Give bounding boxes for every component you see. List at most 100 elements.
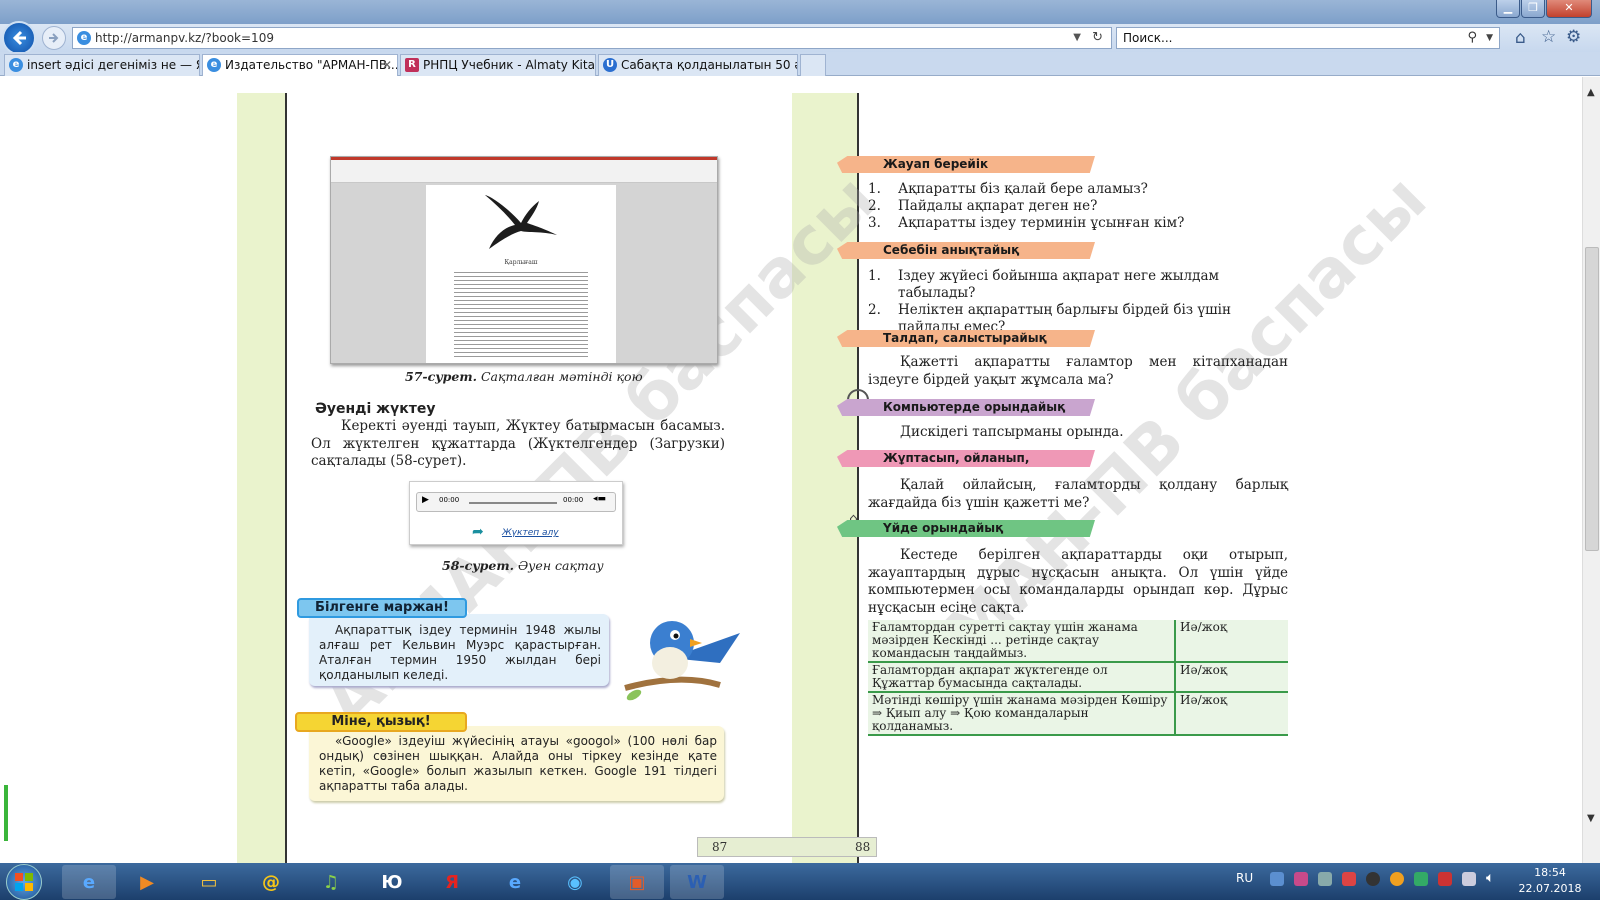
window-title-bar: ▁ ❐ ✕ (0, 0, 1600, 24)
taskbar-word-icon[interactable]: W (670, 865, 724, 899)
word-title-strip (331, 157, 717, 160)
question-text: Іздеу жүйесі бойынша ақпарат неге жылдам… (898, 268, 1219, 301)
tray-app2-icon[interactable] (1366, 872, 1380, 886)
taskbar-music-icon[interactable]: ♫ (304, 865, 358, 899)
taskbar-folder-icon[interactable]: ▭ (182, 865, 236, 899)
close-window-button[interactable]: ✕ (1546, 0, 1592, 18)
search-input[interactable]: Поиск... (1123, 31, 1172, 45)
tray-app-icon[interactable] (1294, 872, 1308, 886)
search-dropdown-icon[interactable]: ▼ (1486, 28, 1493, 48)
table-cell-statement: Мәтінді көшіру үшін жанама мәзірден Көші… (868, 692, 1176, 736)
tab-close-icon[interactable]: ✕ (382, 55, 392, 75)
download-arrow-icon: ➦ (472, 524, 484, 540)
minimize-button[interactable]: ▁ (1496, 0, 1520, 18)
settings-gear-icon[interactable]: ⚙ (1566, 27, 1581, 47)
section-home-header: Үйде орындайық (837, 520, 1095, 537)
time-end: 00:00 (563, 496, 584, 504)
windows-taskbar: e ▶ ▭ @ ♫ Ю Я e ◉ ▣ W RU 🔈︎ 18:54 22.07.… (0, 863, 1600, 900)
gutter-strip (792, 93, 859, 863)
tray-app3-icon[interactable] (1390, 872, 1404, 886)
forward-arrow-icon (49, 33, 59, 43)
list-item: 3. Ақпаратты іздеу терминін ұсынған кім? (868, 215, 1185, 231)
refresh-icon[interactable]: ↻ (1092, 28, 1103, 48)
scroll-up-icon[interactable]: ▲ (1587, 87, 1595, 98)
figure-57-caption: 57-сурет. Сақталған мәтінді қою (405, 369, 643, 384)
tab-50-methods[interactable]: U Сабақта қолданылатын 50 әді... (598, 54, 798, 76)
section-compare-header: Талдап, салыстырайық (837, 330, 1095, 347)
maximize-button[interactable]: ❐ (1521, 0, 1545, 18)
back-arrow-icon (12, 30, 26, 46)
home-icon[interactable]: ⌂ (1515, 28, 1526, 48)
volume-icon[interactable]: ◂▬ (593, 494, 606, 504)
tray-flag-icon[interactable] (1438, 872, 1452, 886)
taskbar-ie-icon-2[interactable]: e (488, 865, 542, 899)
tray-display-icon[interactable] (1462, 872, 1476, 886)
scroll-down-icon[interactable]: ▼ (1587, 813, 1595, 824)
figure-58-caption: 58-сурет. Әуен сақтау (442, 558, 604, 573)
document-text-lines (454, 269, 588, 357)
figure-58-text: Әуен сақтау (517, 558, 604, 573)
tray-shield-icon[interactable] (1270, 872, 1284, 886)
tab-almaty-kitap[interactable]: R РНПЦ Учебник - Almaty Kitap... (400, 54, 596, 76)
figure-57-screenshot: Қарлығаш (330, 156, 718, 364)
audio-player-figure: ▶ 00:00 00:00 ◂▬ ➦ Жүктеп алу (409, 481, 623, 545)
figure-58-number: 58-сурет. (442, 558, 514, 573)
table-row: Мәтінді көшіру үшін жанама мәзірден Көші… (868, 692, 1288, 736)
section-computer-text: Дискідегі тапсырманы орында. (900, 424, 1124, 440)
taskbar-ie-icon[interactable]: e (62, 865, 116, 899)
forward-button[interactable] (42, 26, 66, 50)
navigation-bar: e http://armanpv.kz/?book=109 ▼ ↻ Поиск.… (0, 21, 1600, 55)
table-cell-statement: Ғаламтордан суретті сақтау үшін жанама м… (868, 620, 1176, 663)
table-row: Ғаламтордан ақпарат жүктегенде ол Құжатт… (868, 662, 1288, 693)
table-row: Ғаламтордан суретті сақтау үшін жанама м… (868, 620, 1288, 663)
favorites-star-icon[interactable]: ☆ (1541, 27, 1556, 47)
tab-arman-pv[interactable]: e Издательство "АРМАН-ПВ... ✕ (202, 54, 398, 76)
tab-label: РНПЦ Учебник - Almaty Kitap... (423, 58, 596, 72)
address-bar[interactable]: e http://armanpv.kz/?book=109 ▼ ↻ (72, 27, 1112, 49)
taskbar-edge-icon[interactable]: ◉ (548, 865, 602, 899)
windows-logo-icon (15, 873, 33, 891)
section-reason-list: 1. Іздеу жүйесі бойынша ақпарат неге жылд… (868, 268, 1288, 336)
section-computer-header: Компьютерде орындайық (837, 399, 1095, 416)
tray-antivirus-icon[interactable] (1342, 872, 1356, 886)
search-icon[interactable]: ⚲ (1467, 28, 1477, 48)
progress-track[interactable] (469, 502, 557, 504)
play-icon[interactable]: ▶ (422, 495, 429, 505)
textbook-spread: АРМАН-ПВ баспасы АРМАН-ПВ баспасы Қарлығ… (237, 93, 1441, 863)
page-viewport: АРМАН-ПВ баспасы АРМАН-ПВ баспасы Қарлығ… (0, 77, 1582, 863)
language-indicator[interactable]: RU (1236, 871, 1253, 885)
vertical-scrollbar[interactable]: ▲ ▼ (1582, 77, 1600, 863)
u-tab-icon: U (603, 58, 617, 72)
clock-time[interactable]: 18:54 (1520, 866, 1580, 879)
taskbar-powerpoint-icon[interactable]: ▣ (610, 865, 664, 899)
page-number-right: 88 (855, 840, 871, 854)
tray-app4-icon[interactable] (1414, 872, 1428, 886)
scrollbar-thumb[interactable] (1585, 247, 1599, 551)
search-box[interactable]: Поиск... ⚲ ▼ (1116, 27, 1500, 49)
table-cell-answer: Иә/жоқ (1175, 692, 1288, 736)
question-text: Пайдалы ақпарат деген не? (898, 198, 1098, 214)
dropdown-icon[interactable]: ▼ (1073, 28, 1081, 48)
new-tab-button[interactable] (800, 54, 826, 76)
table-cell-statement: Ғаламтордан ақпарат жүктегенде ол Құжатт… (868, 662, 1176, 693)
taskbar-app-icon[interactable]: Ю (365, 865, 419, 899)
start-button[interactable] (6, 864, 42, 900)
gutter-border (857, 93, 859, 863)
download-link[interactable]: Жүктеп алу (502, 528, 559, 538)
section-home-text: Кестеде берілген ақпараттарды оқи отырып… (868, 547, 1288, 616)
clock-date[interactable]: 22.07.2018 (1512, 882, 1588, 895)
ie-tab-icon: e (9, 58, 23, 72)
tray-network-icon[interactable] (1318, 872, 1332, 886)
section-answer-list: 1. Ақпаратты біз қалай бере аламыз? 2. Пай… (868, 181, 1288, 232)
back-button[interactable] (2, 21, 36, 55)
taskbar-media-player-icon[interactable]: ▶ (120, 865, 174, 899)
tray-volume-icon[interactable]: 🔈︎ (1486, 870, 1494, 886)
did-you-know-title: Білгенге маржан! (297, 598, 467, 618)
tab-yandex-search[interactable]: e insert әдісі дегеніміз не — Янд... (4, 54, 200, 76)
rnpc-tab-icon: R (405, 58, 419, 72)
tab-label: Издательство "АРМАН-ПВ... (225, 58, 398, 72)
taskbar-yandex-icon[interactable]: Я (425, 865, 479, 899)
tab-label: Сабақта қолданылатын 50 әді... (621, 58, 797, 72)
taskbar-mail-icon[interactable]: @ (244, 865, 298, 899)
section-compare-text: Қажетті ақпаратты ғаламтор мен кітапхана… (868, 354, 1288, 388)
